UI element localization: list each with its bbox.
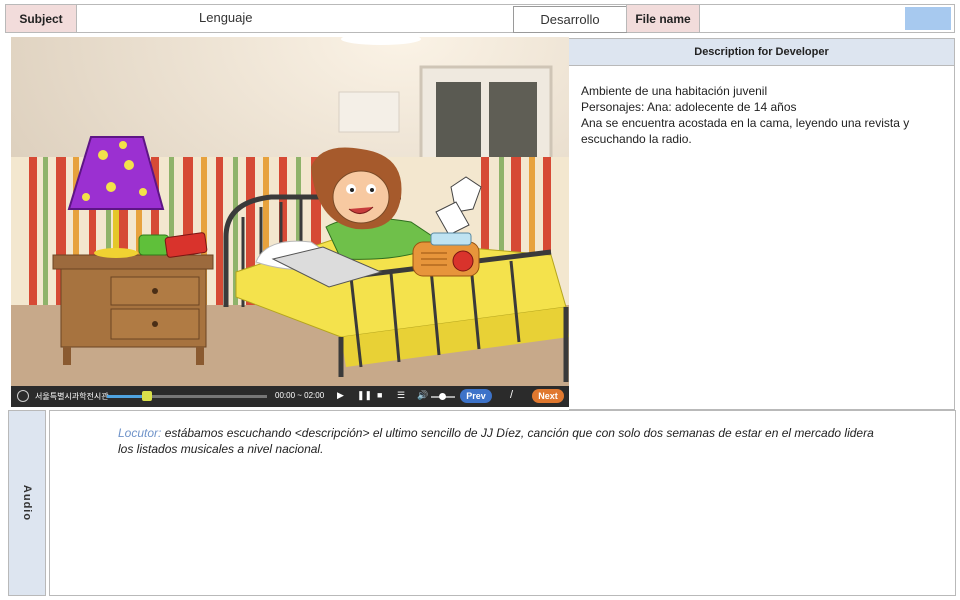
scene-illustration	[11, 37, 569, 386]
audio-script-panel: Locutor: estábamos escuchando <descripci…	[49, 410, 956, 596]
nav-separator: /	[510, 389, 514, 401]
description-line: Ana se encuentra acostada en la cama, le…	[581, 116, 910, 146]
logo-icon	[17, 390, 29, 402]
progress-fill	[107, 395, 147, 398]
speaker-label: Locutor:	[118, 426, 162, 440]
audio-script: Locutor: estábamos escuchando <descripci…	[118, 425, 888, 457]
color-swatch	[905, 7, 951, 30]
subject-label: Subject	[6, 5, 77, 32]
list-icon[interactable]: ☰	[397, 390, 405, 401]
description-panel: Description for Developer Ambiente de un…	[569, 38, 955, 410]
volume-handle[interactable]	[439, 393, 446, 400]
filename-label: File name	[626, 5, 700, 32]
stop-icon[interactable]: ■	[377, 390, 382, 400]
next-button[interactable]: Next	[532, 389, 564, 403]
play-icon[interactable]: ▶	[337, 390, 344, 401]
volume-icon[interactable]: 🔊	[417, 390, 428, 401]
progress-handle[interactable]	[142, 391, 152, 401]
prev-button[interactable]: Prev	[460, 389, 492, 403]
audio-label: Audio	[21, 484, 33, 522]
description-body: Ambiente de una habitación juvenil Perso…	[581, 83, 947, 147]
volume-slider[interactable]	[431, 393, 455, 400]
media-player-bar: 서울특별시과학전시관 00:00 ~ 02:00 ▶ ❚❚ ■ ☰ 🔊 Prev…	[11, 386, 569, 407]
subject-value: Lenguaje	[199, 10, 253, 25]
progress-track[interactable]	[107, 391, 267, 401]
audio-label-cell: Audio	[8, 410, 46, 596]
description-line: Personajes: Ana: adolecente de 14 años	[581, 100, 797, 114]
bedroom-scene-image	[11, 37, 569, 386]
time-display: 00:00 ~ 02:00	[275, 391, 325, 400]
description-line: Ambiente de una habitación juvenil	[581, 84, 768, 98]
audio-script-text: estábamos escuchando <descripción> el ul…	[118, 426, 874, 456]
pause-icon[interactable]: ❚❚	[357, 390, 372, 401]
header-bar: Subject Lenguaje Desarrollo File name	[5, 4, 955, 33]
description-title: Description for Developer	[569, 39, 954, 66]
logo-text: 서울특별시과학전시관	[35, 392, 109, 401]
stage-field[interactable]: Desarrollo	[513, 6, 627, 33]
